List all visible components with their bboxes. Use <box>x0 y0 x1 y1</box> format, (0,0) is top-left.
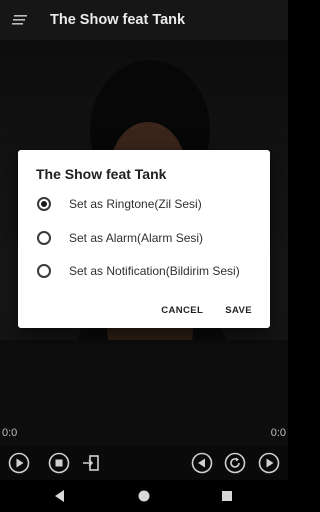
menu-icon[interactable] <box>0 0 40 40</box>
radio-unselected-icon[interactable] <box>37 231 51 245</box>
radio-unselected-icon[interactable] <box>37 264 51 278</box>
play-icon[interactable] <box>6 450 32 476</box>
app-title: The Show feat Tank <box>50 12 186 28</box>
cancel-button[interactable]: CANCEL <box>161 305 203 316</box>
app-bar: The Show feat Tank <box>0 0 288 40</box>
option-label: Set as Alarm(Alarm Sesi) <box>69 231 204 245</box>
total-time: 0:0 <box>270 427 286 439</box>
save-button[interactable]: SAVE <box>225 305 252 316</box>
previous-icon[interactable] <box>189 450 215 476</box>
option-ringtone[interactable]: Set as Ringtone(Zil Sesi) <box>18 189 270 219</box>
recents-icon[interactable] <box>219 488 235 504</box>
stop-icon[interactable] <box>46 450 72 476</box>
system-nav-bar <box>0 480 288 512</box>
option-alarm[interactable]: Set as Alarm(Alarm Sesi) <box>18 223 270 253</box>
option-label: Set as Notification(Bildirim Sesi) <box>69 264 240 278</box>
dialog-title: The Show feat Tank <box>36 166 167 182</box>
back-icon[interactable] <box>52 488 68 504</box>
next-icon[interactable] <box>256 450 282 476</box>
ringtone-dialog: The Show feat Tank Set as Ringtone(Zil S… <box>18 150 270 328</box>
exit-icon[interactable] <box>78 450 104 476</box>
elapsed-time: 0:0 <box>2 427 18 439</box>
repeat-icon[interactable] <box>222 450 248 476</box>
dialog-actions: CANCEL SAVE <box>161 305 252 316</box>
option-notification[interactable]: Set as Notification(Bildirim Sesi) <box>18 256 270 286</box>
home-icon[interactable] <box>136 488 152 504</box>
option-label: Set as Ringtone(Zil Sesi) <box>69 197 202 211</box>
player-controls <box>0 446 288 480</box>
radio-selected-icon[interactable] <box>37 197 51 211</box>
